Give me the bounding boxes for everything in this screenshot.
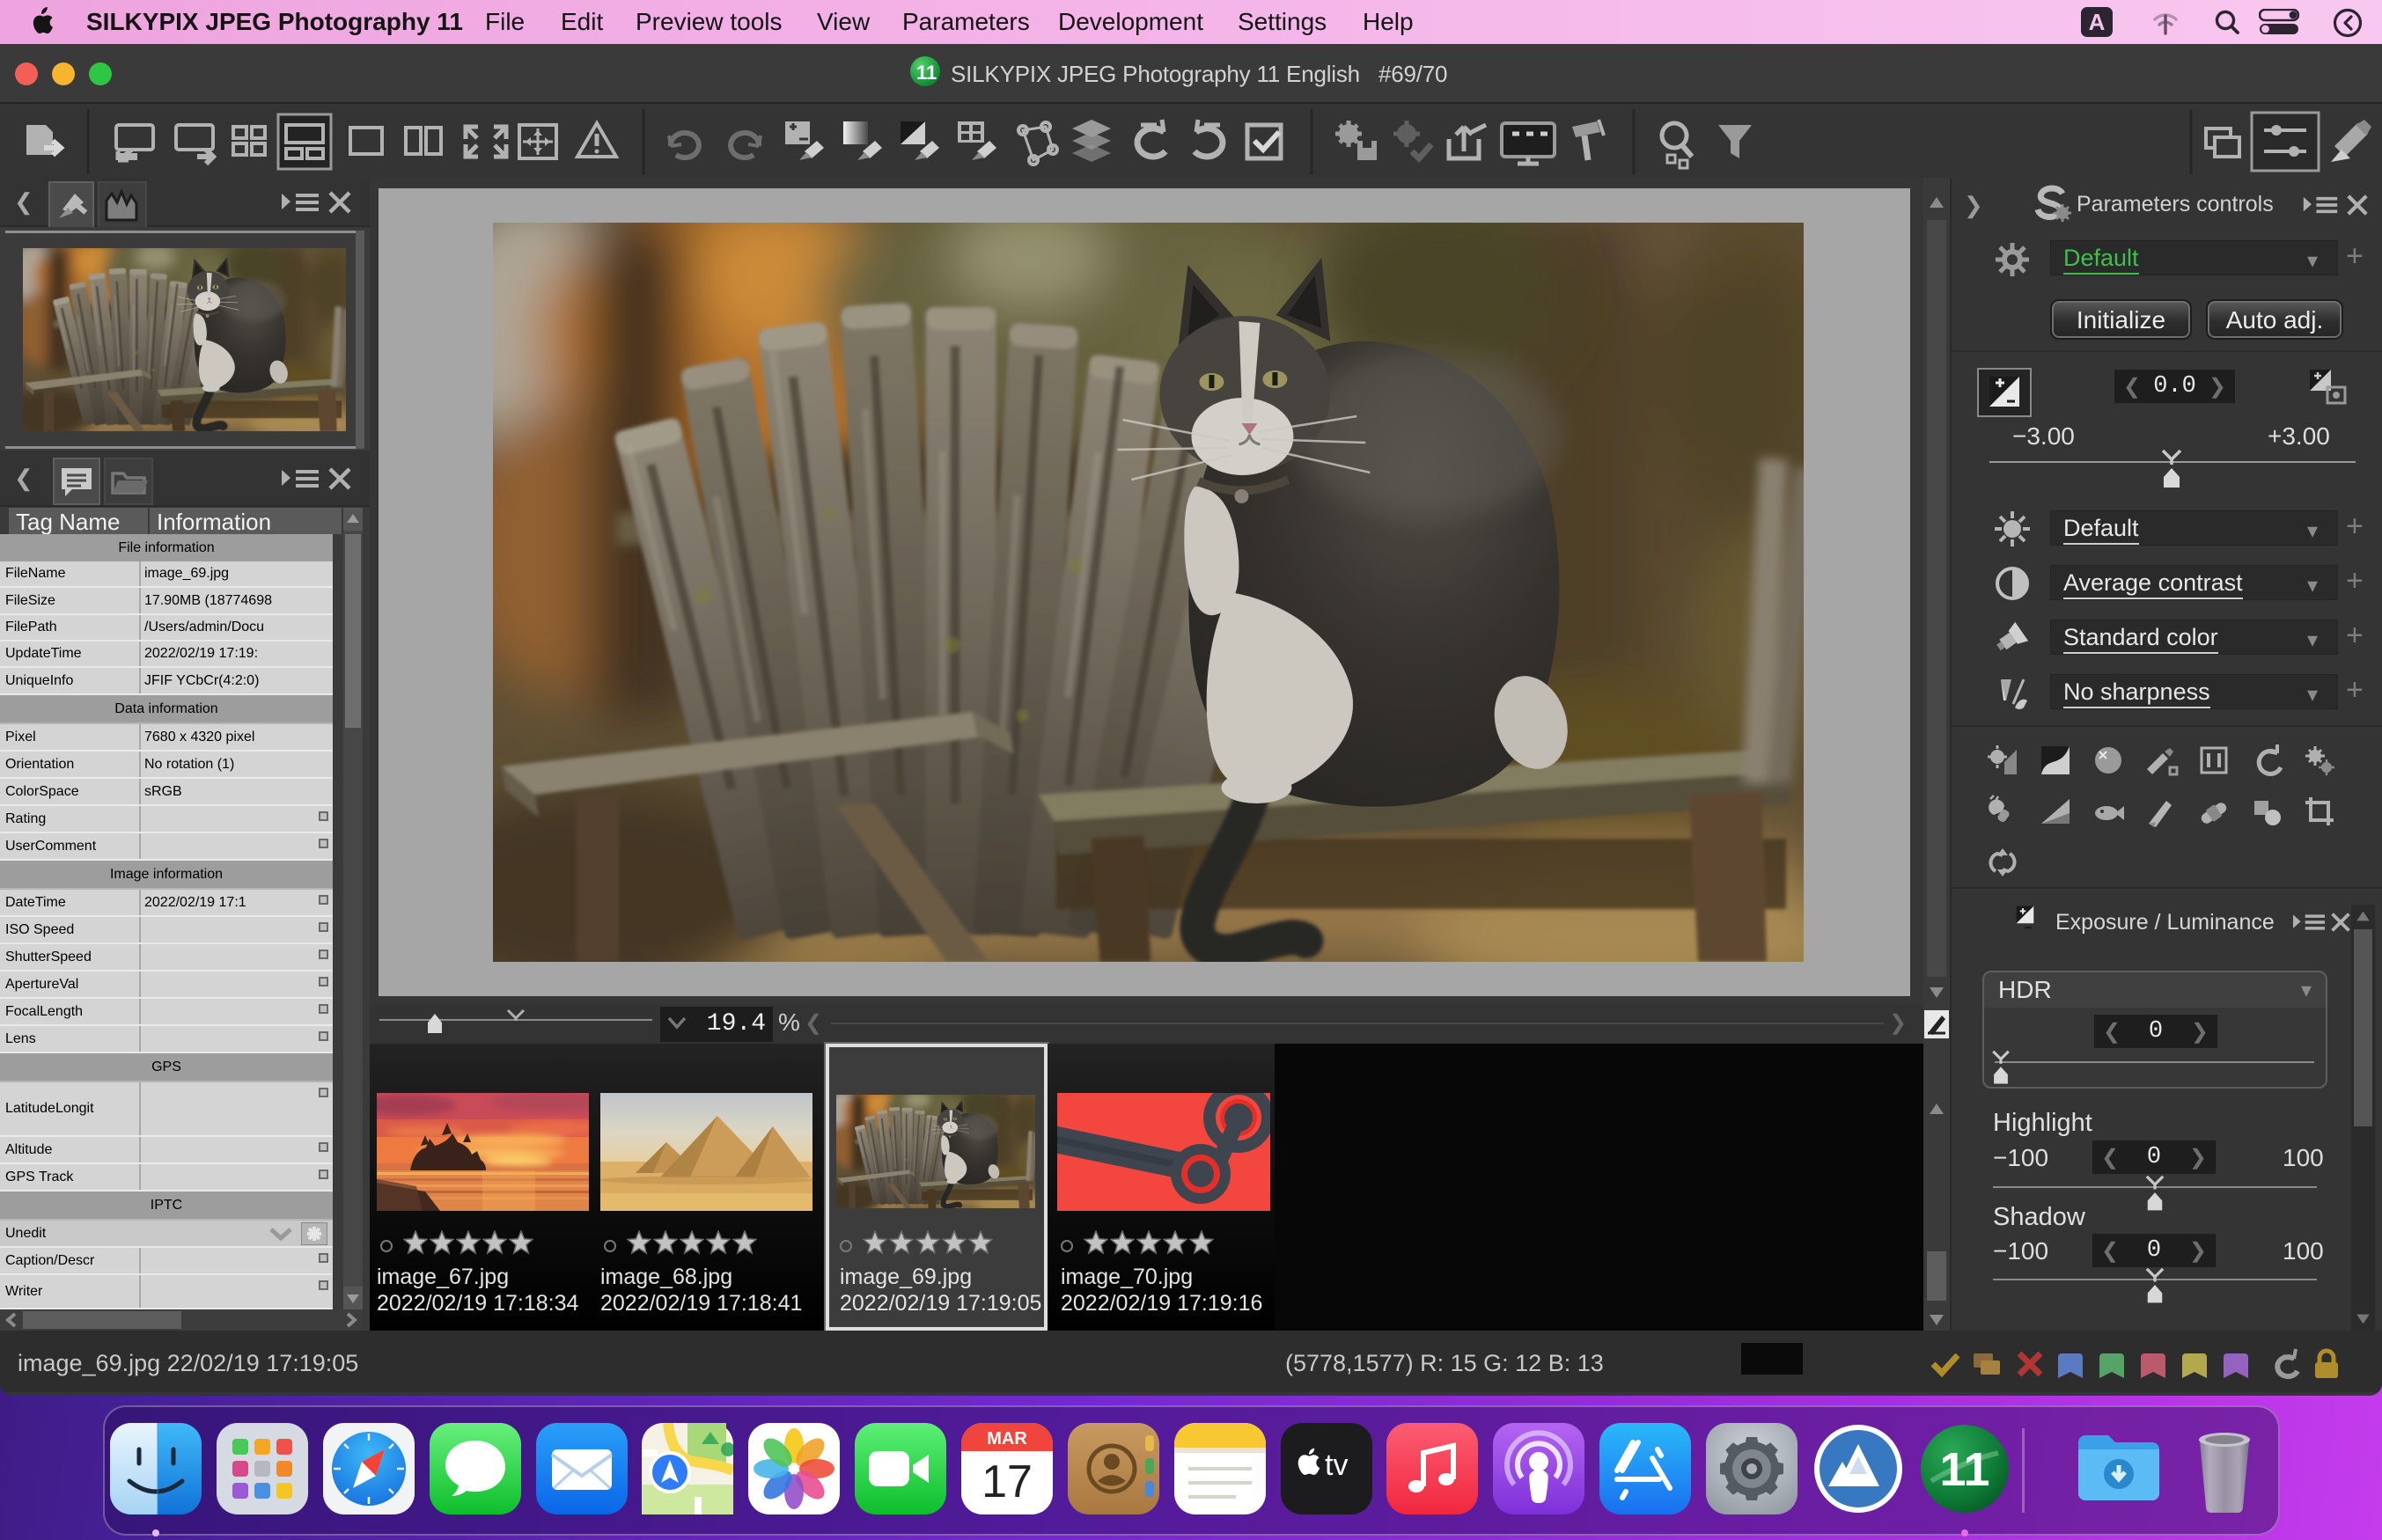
svg-text:17: 17 [981,1456,1033,1507]
svg-text:11: 11 [1939,1443,1989,1496]
svg-text:MAR: MAR [987,1429,1027,1448]
svg-text:tv: tv [1325,1448,1348,1482]
